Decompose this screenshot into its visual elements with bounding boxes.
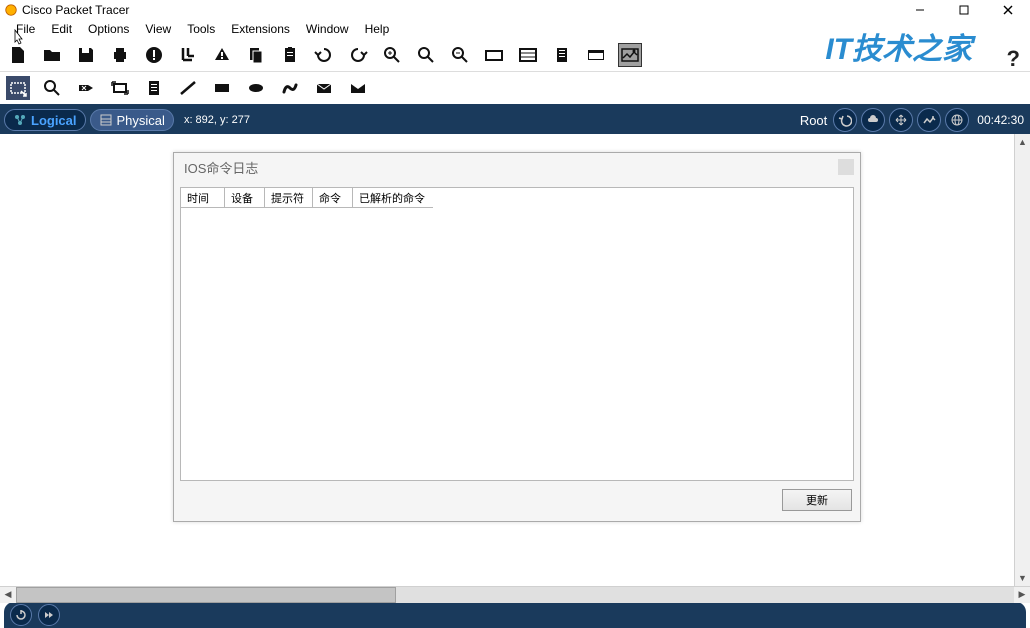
scroll-thumb[interactable] bbox=[16, 587, 396, 603]
maximize-button[interactable] bbox=[942, 0, 986, 20]
simple-pdu-icon[interactable] bbox=[312, 76, 336, 100]
secondary-toolbar bbox=[0, 72, 1030, 106]
redo-icon[interactable] bbox=[346, 43, 370, 67]
viewbar: Logical Physical x: 892, y: 277 Root 00:… bbox=[0, 106, 1030, 134]
scroll-left-icon[interactable]: ◀ bbox=[0, 587, 16, 603]
save-icon[interactable] bbox=[74, 43, 98, 67]
root-label[interactable]: Root bbox=[800, 113, 827, 128]
dialog-title: IOS命令日志 bbox=[184, 158, 258, 177]
ios-command-log-dialog: IOS命令日志 时间 设备 提示符 命令 已解析的命令 更新 bbox=[173, 152, 861, 522]
zoom-out-icon[interactable] bbox=[448, 43, 472, 67]
window-title: Cisco Packet Tracer bbox=[22, 3, 129, 17]
col-prompt[interactable]: 提示符 bbox=[265, 188, 313, 208]
dialog-table: 时间 设备 提示符 命令 已解析的命令 bbox=[180, 187, 854, 481]
table-header: 时间 设备 提示符 命令 已解析的命令 bbox=[181, 188, 853, 208]
close-button[interactable] bbox=[986, 0, 1030, 20]
menu-tools[interactable]: Tools bbox=[179, 20, 223, 38]
physical-icon bbox=[99, 113, 113, 127]
dialog-button-row: 更新 bbox=[174, 485, 860, 517]
menu-edit[interactable]: Edit bbox=[43, 20, 80, 38]
copy-icon[interactable] bbox=[210, 43, 234, 67]
viewbar-right: Root 00:42:30 bbox=[800, 108, 1024, 132]
time-display: 00:42:30 bbox=[977, 113, 1024, 127]
zoom-reset-icon[interactable] bbox=[414, 43, 438, 67]
logical-label: Logical bbox=[31, 113, 77, 128]
col-device[interactable]: 设备 bbox=[225, 188, 265, 208]
scroll-down-icon[interactable]: ▼ bbox=[1015, 570, 1030, 586]
custom-devices-icon[interactable] bbox=[516, 43, 540, 67]
cursor-pointer-icon bbox=[11, 29, 27, 49]
zoom-in-icon[interactable] bbox=[380, 43, 404, 67]
window-controls bbox=[898, 0, 1030, 20]
workspace[interactable]: ▲ ▼ IOS命令日志 时间 设备 提示符 命令 已解析的命令 更新 bbox=[0, 134, 1030, 586]
globe-icon[interactable] bbox=[945, 108, 969, 132]
col-time[interactable]: 时间 bbox=[181, 188, 225, 208]
open-folder-icon[interactable] bbox=[40, 43, 64, 67]
ellipse-tool-icon[interactable] bbox=[244, 76, 268, 100]
dialog-titlebar[interactable]: IOS命令日志 bbox=[174, 153, 860, 181]
logical-view-tab[interactable]: Logical bbox=[4, 109, 86, 131]
watermark: IT技术之家 bbox=[825, 24, 972, 68]
menu-view[interactable]: View bbox=[137, 20, 179, 38]
logical-icon bbox=[13, 113, 27, 127]
dialog-close-button[interactable] bbox=[838, 159, 854, 175]
minimize-button[interactable] bbox=[898, 0, 942, 20]
rectangle-tool-icon[interactable] bbox=[210, 76, 234, 100]
back-icon[interactable] bbox=[833, 108, 857, 132]
menu-window[interactable]: Window bbox=[298, 20, 357, 38]
footer-bar bbox=[4, 602, 1026, 628]
menu-extensions[interactable]: Extensions bbox=[223, 20, 298, 38]
coordinate-display: x: 892, y: 277 bbox=[184, 114, 250, 126]
network-icon[interactable] bbox=[176, 43, 200, 67]
draw-palette-icon[interactable] bbox=[482, 43, 506, 67]
complex-pdu-icon[interactable] bbox=[346, 76, 370, 100]
print-icon[interactable] bbox=[108, 43, 132, 67]
col-parsed[interactable]: 已解析的命令 bbox=[353, 188, 433, 208]
update-button[interactable]: 更新 bbox=[782, 489, 852, 511]
scroll-right-icon[interactable]: ▶ bbox=[1014, 587, 1030, 603]
line-tool-icon[interactable] bbox=[176, 76, 200, 100]
device-table-icon[interactable] bbox=[550, 43, 574, 67]
scroll-track[interactable] bbox=[16, 587, 1014, 603]
activity-wizard-icon[interactable] bbox=[142, 43, 166, 67]
app-icon bbox=[4, 3, 18, 17]
environment-icon[interactable] bbox=[618, 43, 642, 67]
inspect-tool-icon[interactable] bbox=[40, 76, 64, 100]
undo-icon[interactable] bbox=[312, 43, 336, 67]
resize-tool-icon[interactable] bbox=[108, 76, 132, 100]
cloud-icon[interactable] bbox=[861, 108, 885, 132]
clipboard-icon[interactable] bbox=[278, 43, 302, 67]
vertical-scrollbar[interactable]: ▲ ▼ bbox=[1014, 134, 1030, 586]
horizontal-scrollbar[interactable]: ◀ ▶ bbox=[0, 586, 1030, 602]
power-cycle-button[interactable] bbox=[10, 604, 32, 626]
select-tool-icon[interactable] bbox=[6, 76, 30, 100]
freeform-tool-icon[interactable] bbox=[278, 76, 302, 100]
window-titlebar: Cisco Packet Tracer bbox=[0, 0, 1030, 20]
navigation-icon[interactable] bbox=[889, 108, 913, 132]
col-command[interactable]: 命令 bbox=[313, 188, 353, 208]
menu-help[interactable]: Help bbox=[357, 20, 398, 38]
menu-options[interactable]: Options bbox=[80, 20, 137, 38]
scroll-up-icon[interactable]: ▲ bbox=[1015, 134, 1030, 150]
delete-tool-icon[interactable] bbox=[74, 76, 98, 100]
note-tool-icon[interactable] bbox=[142, 76, 166, 100]
window-icon[interactable] bbox=[584, 43, 608, 67]
fast-forward-button[interactable] bbox=[38, 604, 60, 626]
physical-view-tab[interactable]: Physical bbox=[90, 109, 174, 131]
physical-label: Physical bbox=[117, 113, 165, 128]
help-icon[interactable]: ? bbox=[1007, 46, 1020, 72]
image-icon[interactable] bbox=[917, 108, 941, 132]
paste-icon[interactable] bbox=[244, 43, 268, 67]
